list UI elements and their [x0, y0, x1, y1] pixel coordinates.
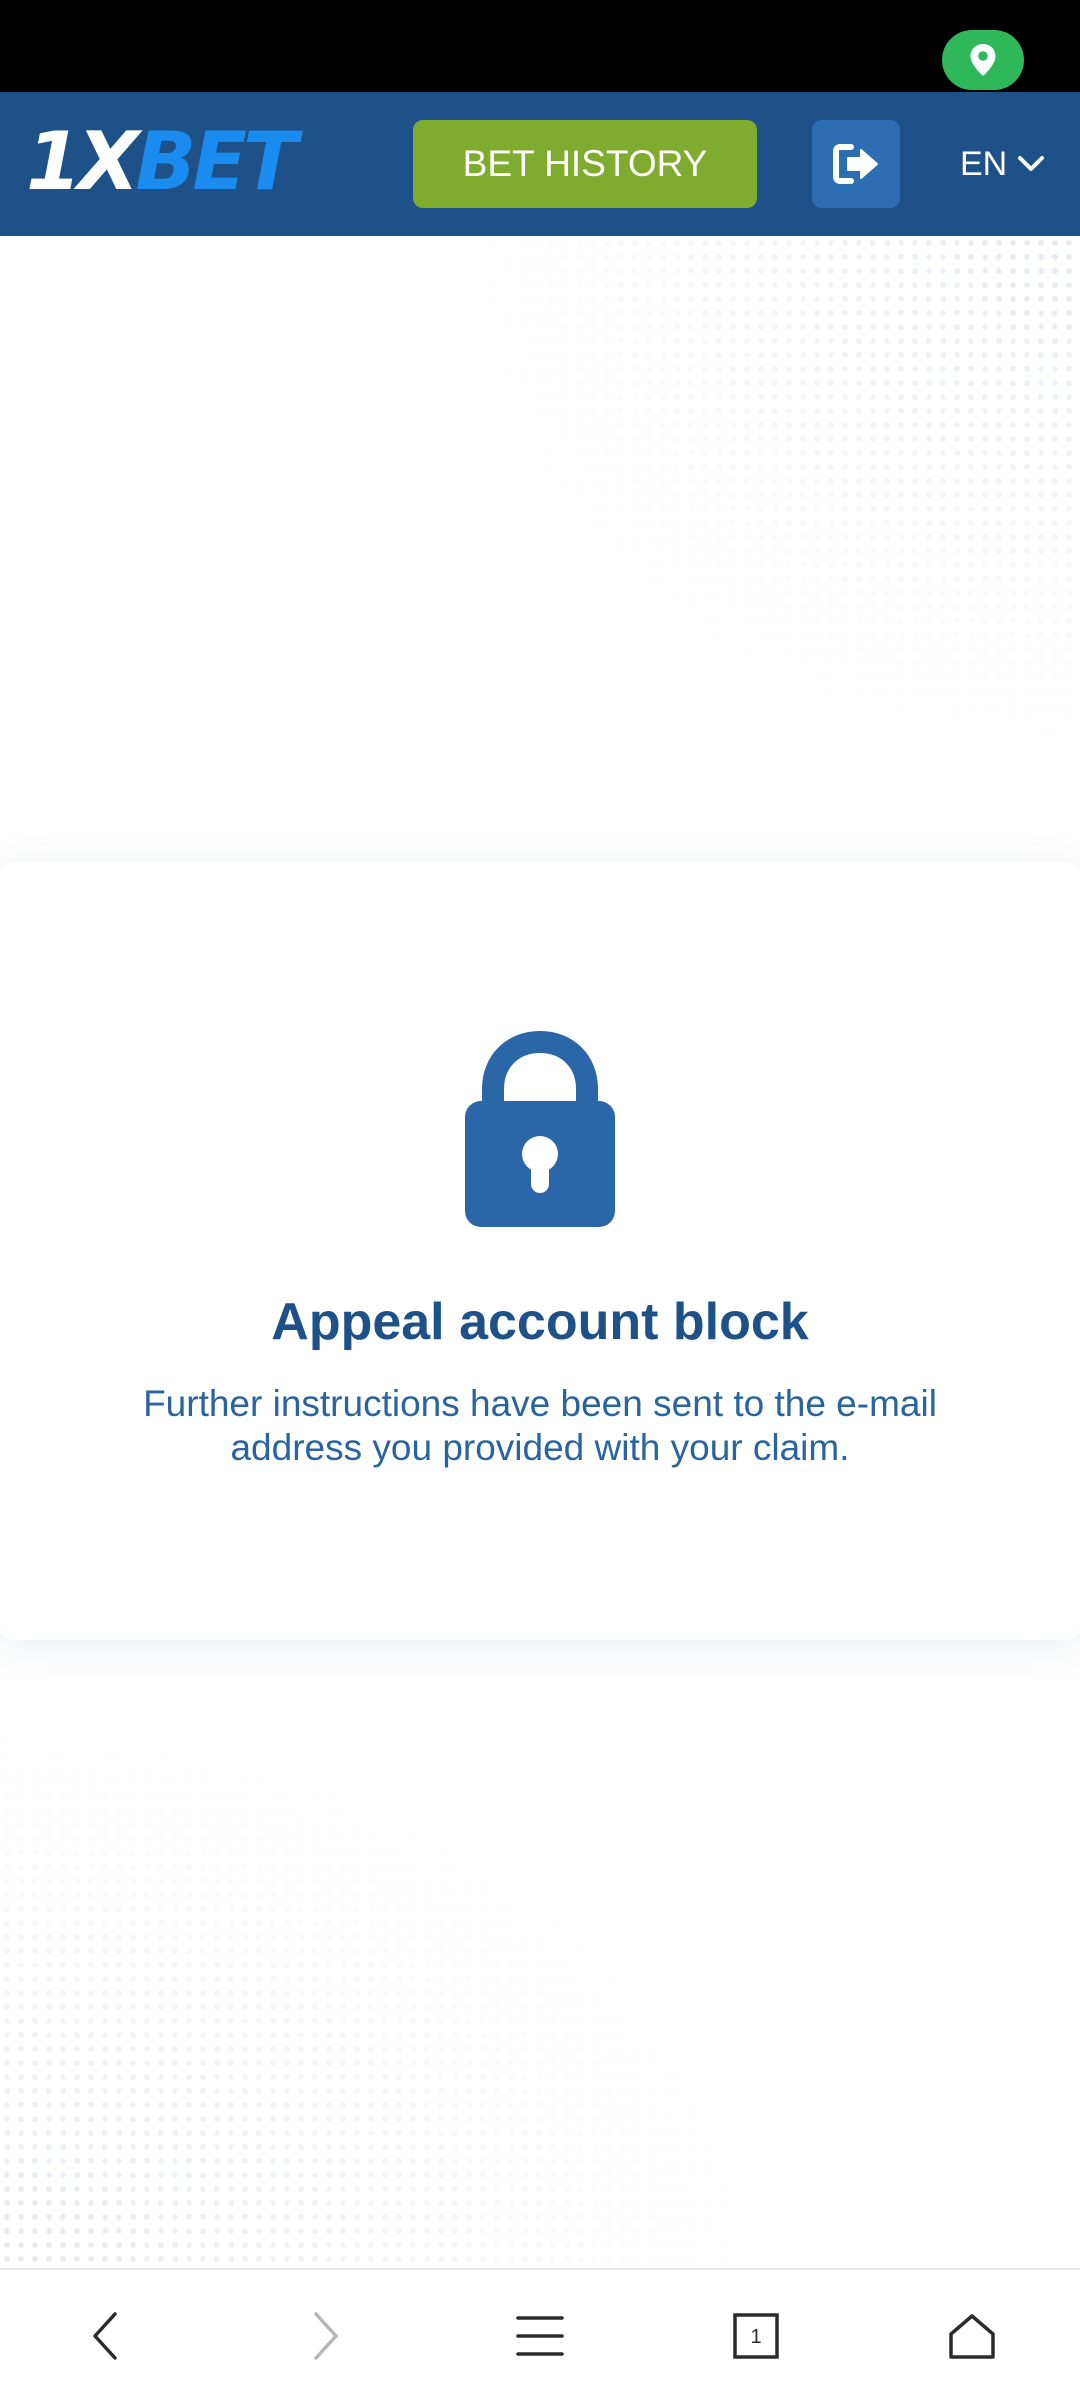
- card-message: Further instructions have been sent to t…: [143, 1383, 937, 1468]
- forward-button[interactable]: [266, 2270, 386, 2402]
- language-selector[interactable]: EN: [960, 132, 1045, 196]
- location-pin-icon: [970, 44, 996, 76]
- menu-button[interactable]: [480, 2270, 600, 2402]
- home-button[interactable]: [912, 2270, 1032, 2402]
- tabs-count: 1: [750, 2326, 761, 2348]
- status-bar: [0, 0, 1080, 92]
- forward-icon: [314, 2312, 338, 2360]
- card-title: Appeal account block: [271, 1293, 809, 1351]
- logo-part-bet: BET: [135, 115, 297, 208]
- browser-bottom-bar: 1: [0, 2268, 1080, 2402]
- chevron-down-icon: [1018, 156, 1045, 171]
- logout-icon: [833, 144, 878, 184]
- site-header: 1X BET BET HISTORY EN: [0, 92, 1080, 236]
- lock-icon: [465, 1030, 615, 1227]
- home-icon: [949, 2314, 995, 2359]
- logout-button[interactable]: [812, 120, 900, 208]
- background-pattern-top: [460, 236, 1080, 756]
- back-icon: [93, 2312, 117, 2360]
- logo-part-1x: 1X: [26, 115, 139, 208]
- bet-history-button[interactable]: BET HISTORY: [413, 120, 757, 208]
- back-button[interactable]: [45, 2270, 165, 2402]
- location-indicator[interactable]: [942, 30, 1024, 90]
- tabs-button[interactable]: 1: [696, 2270, 816, 2402]
- menu-icon: [516, 2316, 564, 2356]
- brand-logo[interactable]: 1X BET: [26, 112, 298, 212]
- bet-history-label: BET HISTORY: [462, 143, 708, 184]
- tabs-icon: 1: [733, 2313, 779, 2359]
- language-label: EN: [960, 144, 1008, 183]
- appeal-card: Appeal account block Further instruction…: [0, 862, 1080, 1640]
- background-pattern-bottom: [0, 1720, 760, 2270]
